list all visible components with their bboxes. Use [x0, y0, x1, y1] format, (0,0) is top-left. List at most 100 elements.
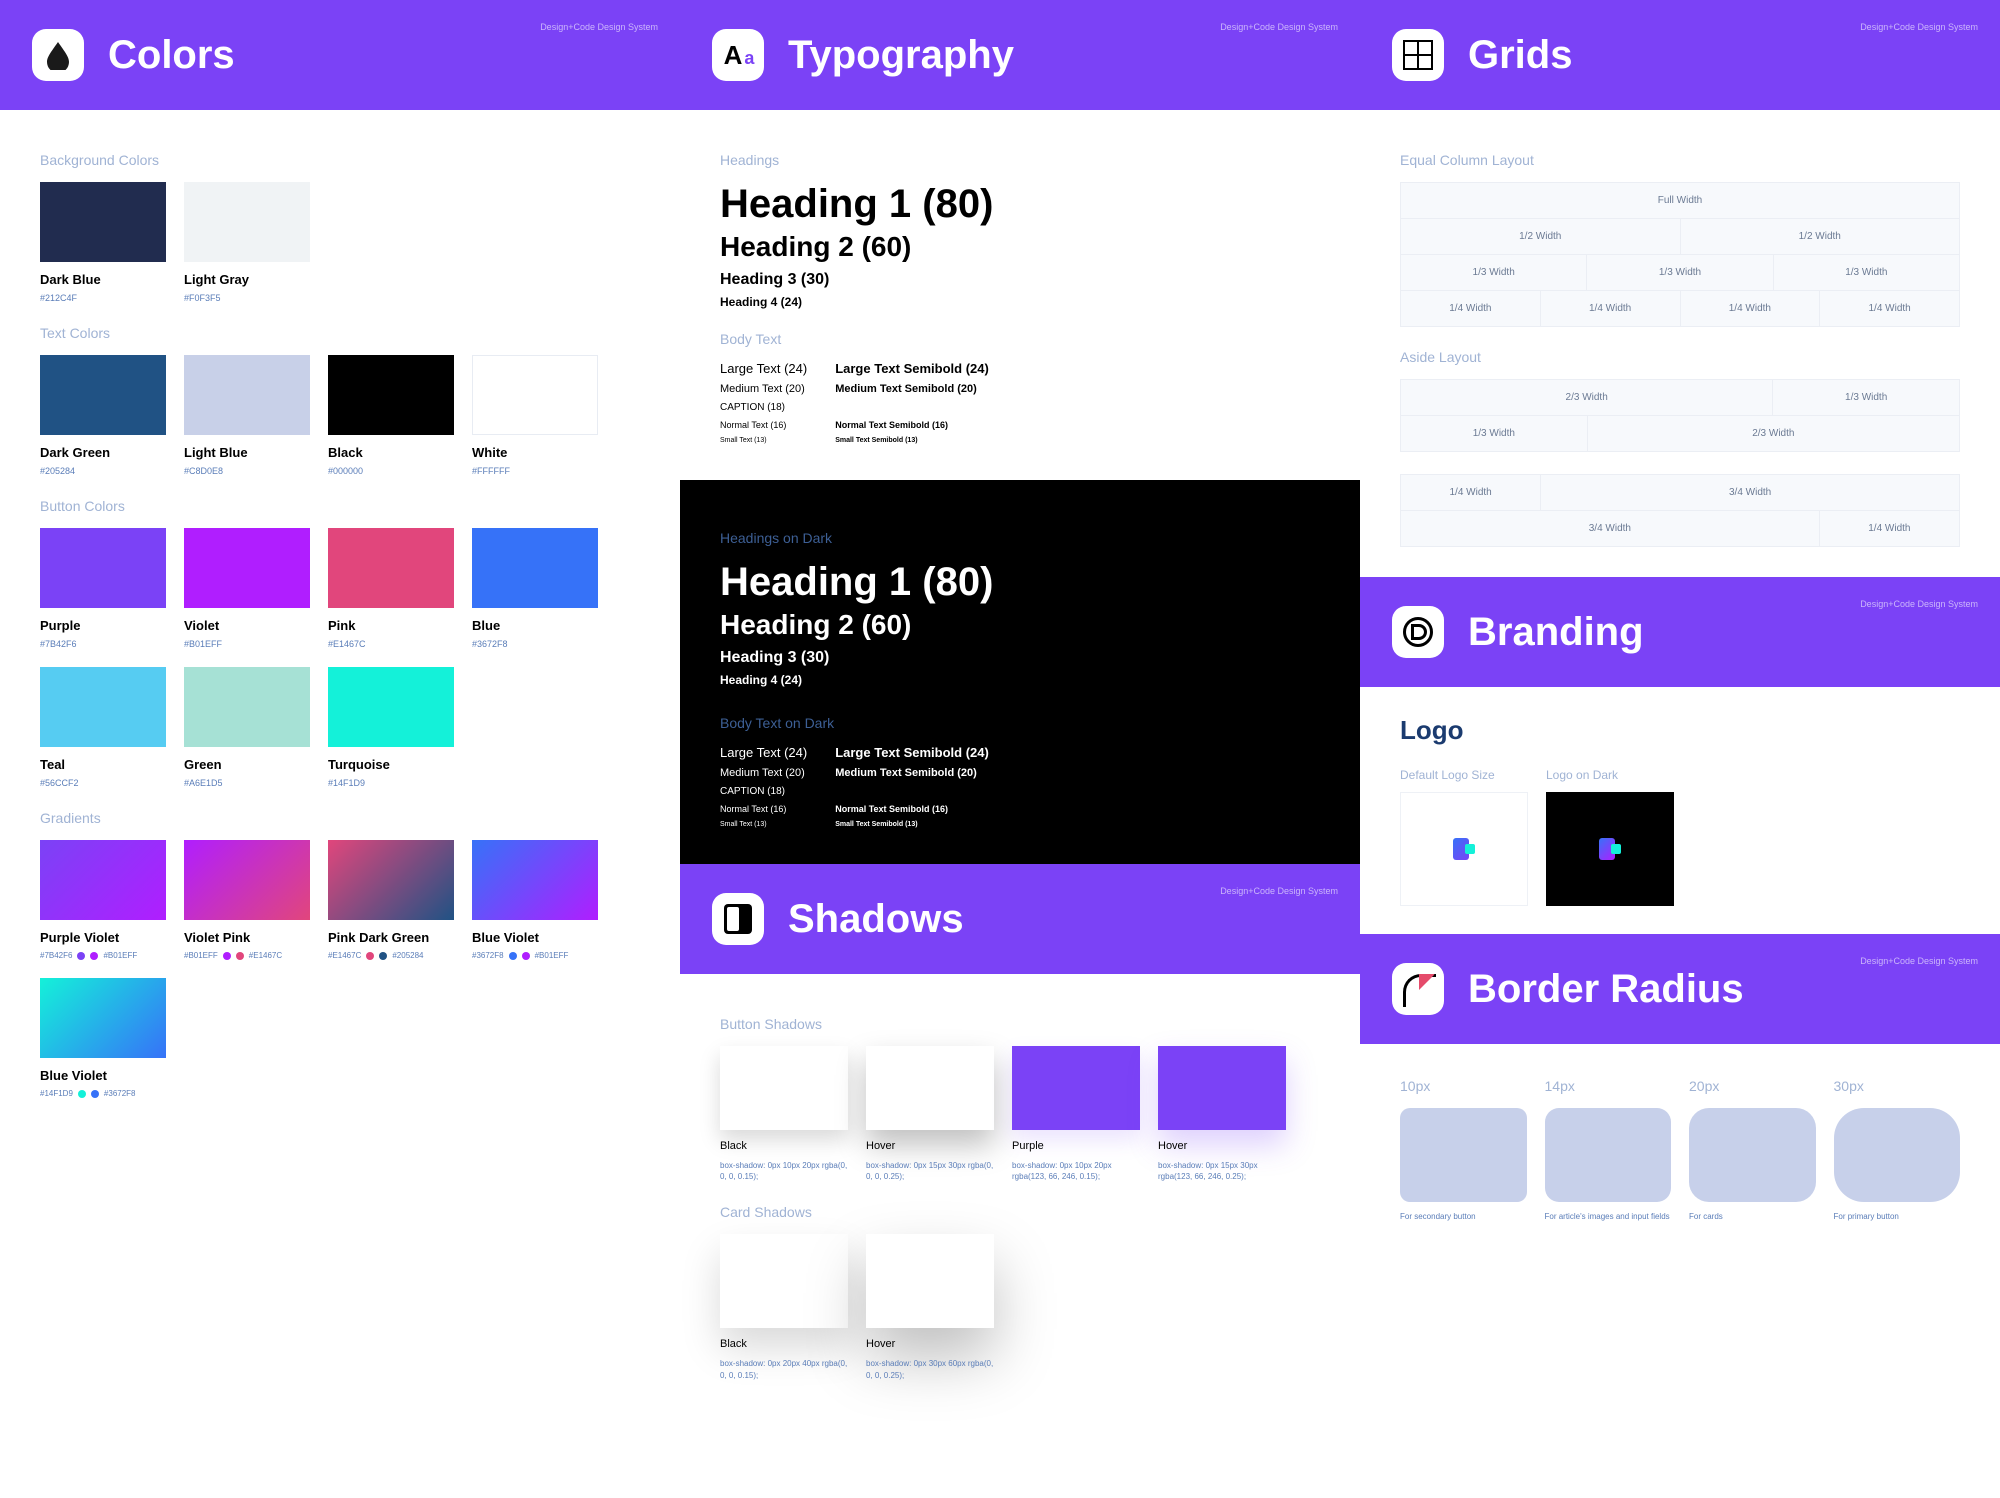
gradients-label: Gradients — [40, 810, 640, 826]
gradient-swatch: Violet Pink #B01EFF #E1467C — [184, 840, 310, 960]
swatch-name: Teal — [40, 757, 166, 772]
swatch-hex: #205284 — [40, 466, 166, 476]
shadow-box — [720, 1234, 848, 1328]
button-colors-row: Purple #7B42F6 Violet #B01EFF Pink #E146… — [40, 528, 640, 649]
typography-banner: A Typography Design+Code Design System — [680, 0, 1360, 110]
grid-2-1: 2/3 Width1/3 Width — [1400, 379, 1960, 416]
small-text: Small Text (13) — [720, 437, 807, 444]
color-swatch: Blue #3672F8 — [472, 528, 598, 649]
grid-quarters: 1/4 Width1/4 Width1/4 Width1/4 Width — [1400, 291, 1960, 327]
button-colors-label: Button Colors — [40, 498, 640, 514]
colors-title: Colors — [108, 33, 235, 78]
swatch-name: White — [472, 445, 598, 460]
gradients-row-2: Blue Violet #14F1D9 #3672F8 — [40, 978, 640, 1098]
shadow-box — [1158, 1046, 1286, 1130]
swatch-hex: #3672F8 — [472, 639, 598, 649]
swatch-chip — [328, 528, 454, 608]
h4-sample: Heading 4 (24) — [720, 295, 1320, 309]
swatch-name: Pink — [328, 618, 454, 633]
grid-thirds: 1/3 Width1/3 Width1/3 Width — [1400, 255, 1960, 291]
brand-icon — [1392, 606, 1444, 658]
swatch-name: Green — [184, 757, 310, 772]
swatch-name: Purple — [40, 618, 166, 633]
button-colors-row-2: Teal #56CCF2 Green #A6E1D5 Turquoise #14… — [40, 667, 640, 788]
caption-text-dark: CAPTION (18) — [720, 786, 807, 797]
color-swatch: Light Gray #F0F3F5 — [184, 182, 310, 303]
small-text-semibold-dark: Small Text Semibold (13) — [835, 821, 989, 828]
medium-text-dark: Medium Text (20) — [720, 767, 807, 779]
shadow-box — [1012, 1046, 1140, 1130]
swatch-hex: #212C4F — [40, 293, 166, 303]
small-text-semibold: Small Text Semibold (13) — [835, 437, 989, 444]
shadow-box — [866, 1234, 994, 1328]
colors-banner: Colors Design+Code Design System — [0, 0, 680, 110]
radius-icon — [1392, 963, 1444, 1015]
color-swatch: White #FFFFFF — [472, 355, 598, 476]
bg-colors-row: Dark Blue #212C4F Light Gray #F0F3F5 — [40, 182, 640, 303]
grid-icon — [1392, 29, 1444, 81]
shadow-code: box-shadow: 0px 20px 40px rgba(0, 0, 0, … — [720, 1358, 848, 1380]
swatch-chip — [40, 355, 166, 435]
branding-title: Branding — [1468, 610, 1644, 655]
radius-row: 10px For secondary button14px For articl… — [1400, 1078, 1960, 1221]
swatch-hex: #FFFFFF — [472, 466, 598, 476]
shadow-box — [866, 1046, 994, 1130]
typography-title: Typography — [788, 33, 1014, 78]
shadow-card: Black box-shadow: 0px 20px 40px rgba(0, … — [720, 1234, 848, 1380]
shadow-card: Hover box-shadow: 0px 30px 60px rgba(0, … — [866, 1234, 994, 1380]
swatch-chip — [328, 355, 454, 435]
grid-1-3: 1/4 Width3/4 Width — [1400, 474, 1960, 511]
shadow-card: Purple box-shadow: 0px 10px 20px rgba(12… — [1012, 1046, 1140, 1182]
system-tag: Design+Code Design System — [1220, 886, 1338, 896]
swatch-name: Black — [328, 445, 454, 460]
radius-caption: For cards — [1689, 1212, 1816, 1221]
gradient-name: Purple Violet — [40, 930, 166, 945]
gradient-meta: #3672F8 #B01EFF — [472, 951, 598, 960]
radius-box — [1545, 1108, 1672, 1202]
grid-half: 1/2 Width1/2 Width — [1400, 219, 1960, 255]
gradient-meta: #B01EFF #E1467C — [184, 951, 310, 960]
card-shadows-row: Black box-shadow: 0px 20px 40px rgba(0, … — [720, 1234, 1320, 1380]
swatch-hex: #000000 — [328, 466, 454, 476]
gradient-swatch: Pink Dark Green #E1467C #205284 — [328, 840, 454, 960]
logo-default-label: Default Logo Size — [1400, 768, 1528, 782]
small-text-dark: Small Text (13) — [720, 821, 807, 828]
equal-layout-label: Equal Column Layout — [1400, 152, 1960, 168]
h2-dark: Heading 2 (60) — [720, 609, 1320, 641]
button-shadows-row: Black box-shadow: 0px 10px 20px rgba(0, … — [720, 1046, 1320, 1182]
swatch-name: Turquoise — [328, 757, 454, 772]
shadow-icon — [712, 893, 764, 945]
swatch-chip — [184, 182, 310, 262]
radius-card: 30px For primary button — [1834, 1078, 1961, 1221]
radius-card: 20px For cards — [1689, 1078, 1816, 1221]
large-text-semibold: Large Text Semibold (24) — [835, 361, 989, 376]
radius-card: 10px For secondary button — [1400, 1078, 1527, 1221]
medium-text-semibold-dark: Medium Text Semibold (20) — [835, 767, 989, 779]
button-shadows-label: Button Shadows — [720, 1016, 1320, 1032]
color-swatch: Purple #7B42F6 — [40, 528, 166, 649]
swatch-hex: #E1467C — [328, 639, 454, 649]
aside-layout-label: Aside Layout — [1400, 349, 1960, 365]
shadow-box — [720, 1046, 848, 1130]
body-dark-label: Body Text on Dark — [720, 715, 1320, 731]
system-tag: Design+Code Design System — [1860, 22, 1978, 32]
shadow-code: box-shadow: 0px 10px 20px rgba(123, 66, … — [1012, 1160, 1140, 1182]
large-text-semibold-dark: Large Text Semibold (24) — [835, 745, 989, 760]
font-icon: A — [712, 29, 764, 81]
headings-dark-label: Headings on Dark — [720, 530, 1320, 546]
system-tag: Design+Code Design System — [1860, 956, 1978, 966]
grids-title: Grids — [1468, 33, 1572, 78]
swatch-chip — [184, 667, 310, 747]
swatch-hex: #C8D0E8 — [184, 466, 310, 476]
color-swatch: Light Blue #C8D0E8 — [184, 355, 310, 476]
h1-sample: Heading 1 (80) — [720, 182, 1320, 227]
gradient-swatch: Blue Violet #3672F8 #B01EFF — [472, 840, 598, 960]
swatch-name: Blue — [472, 618, 598, 633]
gradient-name: Blue Violet — [472, 930, 598, 945]
gradient-chip — [40, 840, 166, 920]
bg-colors-label: Background Colors — [40, 152, 640, 168]
radius-caption: For primary button — [1834, 1212, 1961, 1221]
branding-banner: Branding Design+Code Design System — [1360, 577, 2000, 687]
logo-heading: Logo — [1400, 715, 1960, 746]
logo-dark-box — [1546, 792, 1674, 906]
